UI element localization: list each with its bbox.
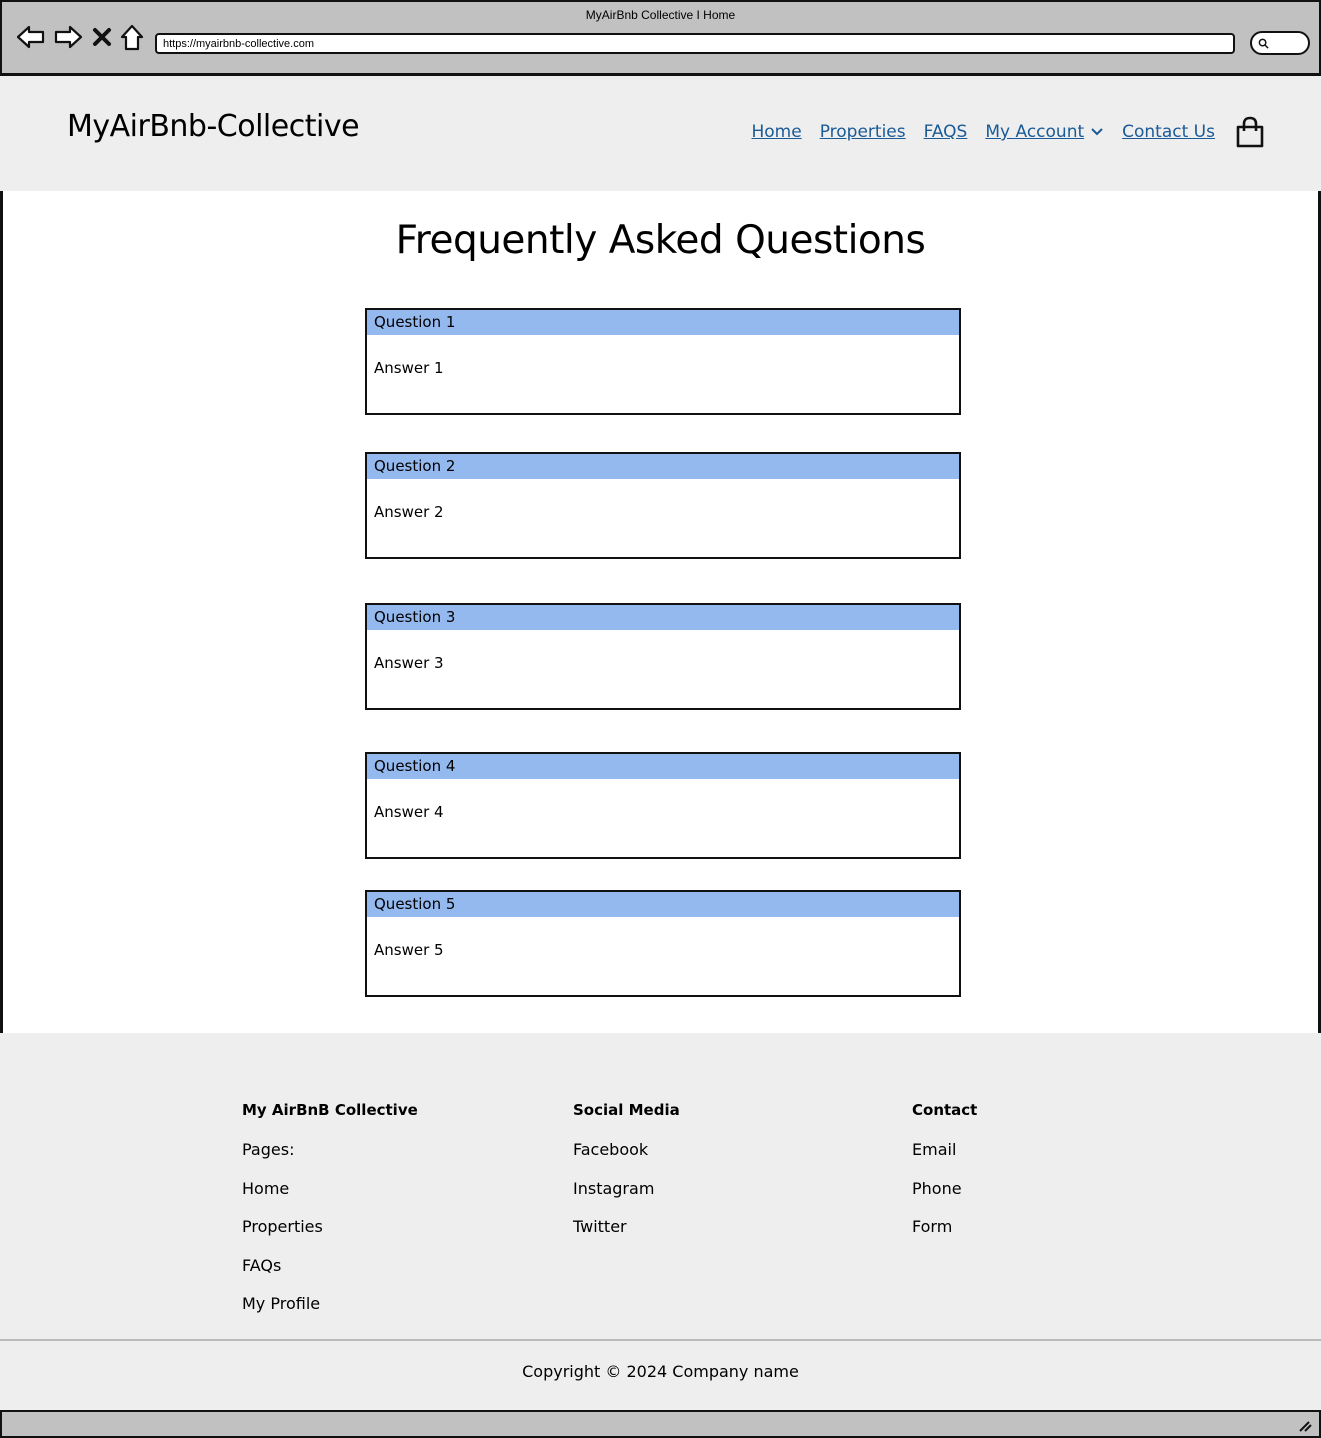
main-content: Frequently Asked Questions Question 1 An… <box>0 191 1321 1033</box>
window-title: MyAirBnb Collective I Home <box>585 8 736 22</box>
faq-answer: Answer 3 <box>374 654 444 672</box>
nav-my-account-dropdown[interactable]: My Account <box>985 122 1104 142</box>
faq-answer: Answer 5 <box>374 941 444 959</box>
close-icon[interactable] <box>90 22 114 52</box>
footer-link-email[interactable]: Email <box>912 1140 977 1179</box>
site-footer: My AirBnB Collective Pages: Home Propert… <box>0 1033 1321 1410</box>
footer-column-collective: My AirBnB Collective Pages: Home Propert… <box>242 1101 418 1333</box>
shopping-bag-icon[interactable] <box>1235 115 1265 149</box>
footer-link-faqs[interactable]: FAQs <box>242 1256 418 1295</box>
browser-status-bar <box>0 1410 1321 1438</box>
footer-link-form[interactable]: Form <box>912 1217 977 1256</box>
main-nav: Home Properties FAQS My Account Contact … <box>752 115 1266 149</box>
footer-link-home[interactable]: Home <box>242 1179 418 1218</box>
nav-my-account[interactable]: My Account <box>985 122 1084 142</box>
brand-logo[interactable]: MyAirBnb-Collective <box>67 109 360 144</box>
footer-link-phone[interactable]: Phone <box>912 1179 977 1218</box>
search-icon <box>1258 38 1269 49</box>
nav-properties[interactable]: Properties <box>820 122 906 142</box>
nav-faqs[interactable]: FAQS <box>924 122 968 142</box>
resize-grip-icon[interactable] <box>1297 1419 1313 1433</box>
footer-column-social: Social Media Facebook Instagram Twitter <box>573 1101 680 1256</box>
faq-item[interactable]: Question 1 Answer 1 <box>365 308 961 415</box>
footer-link-facebook[interactable]: Facebook <box>573 1140 680 1179</box>
faq-question[interactable]: Question 4 <box>367 754 959 779</box>
faq-item[interactable]: Question 5 Answer 5 <box>365 890 961 997</box>
faq-answer: Answer 2 <box>374 503 444 521</box>
faq-question[interactable]: Question 2 <box>367 454 959 479</box>
faq-item[interactable]: Question 3 Answer 3 <box>365 603 961 710</box>
copyright-text: Copyright © 2024 Company name <box>522 1362 799 1381</box>
footer-heading: My AirBnB Collective <box>242 1101 418 1119</box>
footer-link-instagram[interactable]: Instagram <box>573 1179 680 1218</box>
faq-answer: Answer 1 <box>374 359 444 377</box>
url-bar[interactable]: https://myairbnb-collective.com <box>155 33 1235 54</box>
footer-link-my-profile[interactable]: My Profile <box>242 1294 418 1333</box>
footer-divider <box>0 1339 1321 1341</box>
faq-question[interactable]: Question 3 <box>367 605 959 630</box>
nav-home[interactable]: Home <box>752 122 802 142</box>
faq-answer: Answer 4 <box>374 803 444 821</box>
footer-link-properties[interactable]: Properties <box>242 1217 418 1256</box>
footer-pages-label: Pages: <box>242 1140 295 1159</box>
faq-item[interactable]: Question 4 Answer 4 <box>365 752 961 859</box>
back-arrow-icon[interactable] <box>16 22 46 52</box>
page-title: Frequently Asked Questions <box>395 218 926 263</box>
site-header: MyAirBnb-Collective Home Properties FAQS… <box>0 76 1321 191</box>
faq-item[interactable]: Question 2 Answer 2 <box>365 452 961 559</box>
browser-search-field[interactable] <box>1250 31 1310 55</box>
footer-link-twitter[interactable]: Twitter <box>573 1217 680 1256</box>
chevron-down-icon[interactable] <box>1090 127 1104 137</box>
footer-heading: Contact <box>912 1101 978 1119</box>
footer-column-contact: Contact Email Phone Form <box>912 1101 977 1256</box>
browser-toolbar: MyAirBnb Collective I Home https://myair… <box>0 0 1321 76</box>
footer-heading: Social Media <box>573 1101 680 1119</box>
faq-question[interactable]: Question 1 <box>367 310 959 335</box>
home-icon[interactable] <box>119 22 145 52</box>
nav-contact-us[interactable]: Contact Us <box>1122 122 1215 142</box>
forward-arrow-icon[interactable] <box>53 22 83 52</box>
faq-question[interactable]: Question 5 <box>367 892 959 917</box>
